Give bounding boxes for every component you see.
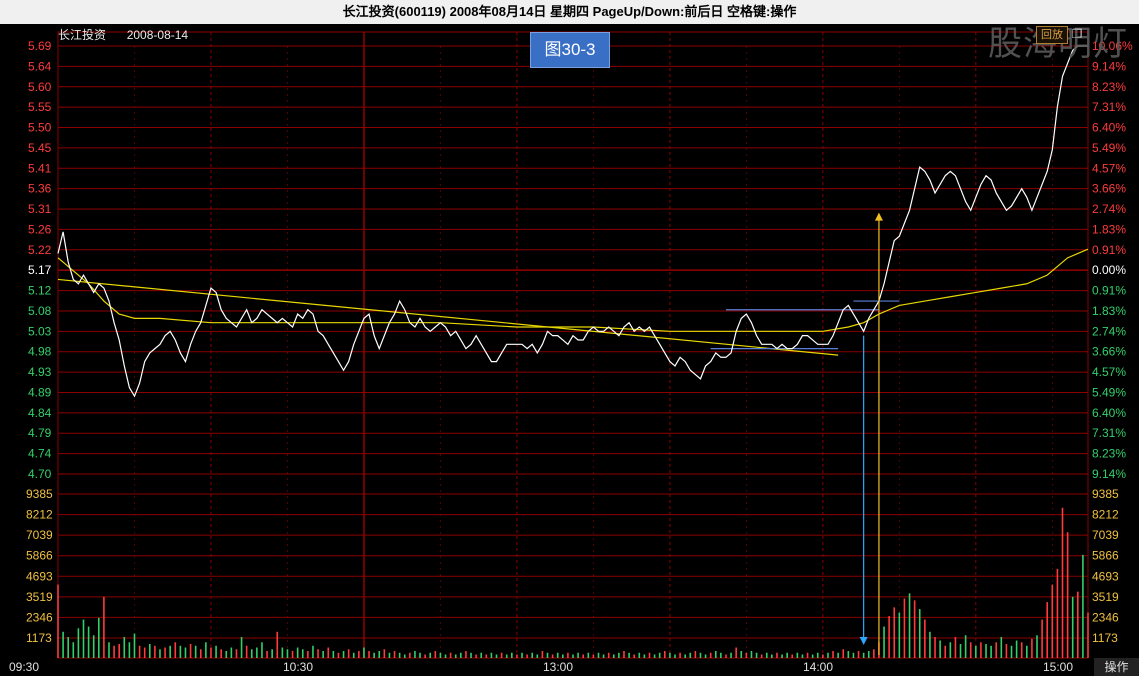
y-tick-label-left: 4.79 xyxy=(28,426,52,440)
y-tick-label-right: 6.40% xyxy=(1092,406,1126,420)
y-tick-label-right: 1.83% xyxy=(1092,222,1126,236)
y-tick-label-left: 5.17 xyxy=(28,263,52,277)
x-tick-label: 15:00 xyxy=(1043,660,1073,674)
y-tick-label-left: 5.50 xyxy=(28,121,52,135)
volume-tick-label-left: 1173 xyxy=(26,631,52,645)
y-tick-label-left: 4.93 xyxy=(28,365,52,379)
y-tick-label-left: 5.26 xyxy=(28,222,52,236)
y-tick-label-right: 0.91% xyxy=(1092,243,1126,257)
x-tick-label: 14:00 xyxy=(803,660,833,674)
y-tick-label-left: 4.89 xyxy=(28,385,52,399)
volume-tick-label-right: 9385 xyxy=(1092,487,1119,501)
x-tick-label: 09:30 xyxy=(9,660,39,674)
y-tick-label-right: 8.23% xyxy=(1092,80,1126,94)
stock-name: 长江投资 xyxy=(58,28,107,42)
volume-tick-label-left: 2346 xyxy=(26,610,53,624)
y-tick-label-right: 7.31% xyxy=(1092,426,1126,440)
intraday-chart: 5.69 10.06%5.64 9.14%5.60 8.23%5.55 7.31%5.5… xyxy=(9,31,1133,674)
operate-button[interactable]: 操作 xyxy=(1094,658,1139,676)
chart-frame xyxy=(57,31,1089,659)
y-tick-label-right: 3.66% xyxy=(1092,345,1126,359)
volume-tick-label-right: 4693 xyxy=(1092,569,1119,583)
volume-tick-label-right: 2346 xyxy=(1092,610,1119,624)
y-tick-label-left: 5.41 xyxy=(28,161,52,175)
y-tick-label-left: 5.64 xyxy=(28,59,52,73)
y-tick-label-left: 5.69 xyxy=(28,39,52,53)
y-tick-label-left: 4.74 xyxy=(28,447,52,461)
x-tick-label: 10:30 xyxy=(283,660,313,674)
y-tick-label-left: 5.03 xyxy=(28,324,52,338)
volume-tick-label-left: 9385 xyxy=(26,487,53,501)
y-tick-label-right: 1.83% xyxy=(1092,304,1126,318)
y-tick-label-left: 5.08 xyxy=(28,304,52,318)
chart-date: 2008-08-14 xyxy=(126,28,189,42)
volume-tick-label-left: 3519 xyxy=(26,590,53,604)
y-tick-label-right: 4.57% xyxy=(1092,161,1126,175)
y-tick-label-right: 3.66% xyxy=(1092,182,1126,196)
blue-arrow-head xyxy=(859,637,868,645)
y-tick-label-right: 4.57% xyxy=(1092,365,1126,379)
y-tick-label-left: 4.84 xyxy=(28,406,52,420)
y-tick-label-right: 2.74% xyxy=(1092,202,1126,216)
y-tick-label-left: 5.36 xyxy=(28,182,52,196)
yellow-arrow-head xyxy=(874,212,883,221)
y-tick-label-left: 4.70 xyxy=(28,467,52,481)
y-tick-label-left: 5.12 xyxy=(28,284,52,298)
y-tick-label-left: 5.60 xyxy=(28,80,52,94)
volume-tick-label-right: 8212 xyxy=(1092,508,1119,522)
y-tick-label-left: 5.55 xyxy=(28,100,52,114)
volume-tick-label-left: 7039 xyxy=(26,528,53,542)
y-tick-label-right: 7.31% xyxy=(1092,100,1126,114)
y-tick-label-right: 2.74% xyxy=(1092,324,1126,338)
y-tick-label-right: 5.49% xyxy=(1092,385,1126,399)
y-tick-label-left: 5.22 xyxy=(28,243,52,257)
replay-button[interactable]: 回放 xyxy=(1036,26,1068,44)
volume-tick-label-right: 3519 xyxy=(1092,590,1119,604)
volume-tick-label-right: 7039 xyxy=(1092,528,1119,542)
y-tick-label-right: 0.00% xyxy=(1092,263,1126,277)
restore-icon[interactable]: ❐ xyxy=(1070,26,1084,42)
stock-header: 长江投资 2008-08-14 xyxy=(58,26,188,43)
volume-tick-label-left: 8212 xyxy=(26,508,53,522)
y-tick-label-right: 5.49% xyxy=(1092,141,1126,155)
y-tick-label-left: 5.45 xyxy=(28,141,52,155)
figure-tag: 图30-3 xyxy=(530,32,610,68)
y-tick-label-right: 0.91% xyxy=(1092,284,1126,298)
x-tick-label: 13:00 xyxy=(543,660,573,674)
y-tick-label-right: 8.23% xyxy=(1092,447,1126,461)
price-line xyxy=(57,45,1088,398)
y-tick-label-right: 9.14% xyxy=(1092,467,1126,481)
y-tick-label-right: 6.40% xyxy=(1092,121,1126,135)
volume-tick-label-right: 1173 xyxy=(1092,631,1118,645)
y-tick-label-left: 5.31 xyxy=(28,202,52,216)
y-tick-label-left: 4.98 xyxy=(28,345,52,359)
volume-tick-label-left: 5866 xyxy=(26,549,53,563)
volume-tick-label-right: 5866 xyxy=(1092,549,1119,563)
volume-tick-label-left: 4693 xyxy=(26,569,53,583)
